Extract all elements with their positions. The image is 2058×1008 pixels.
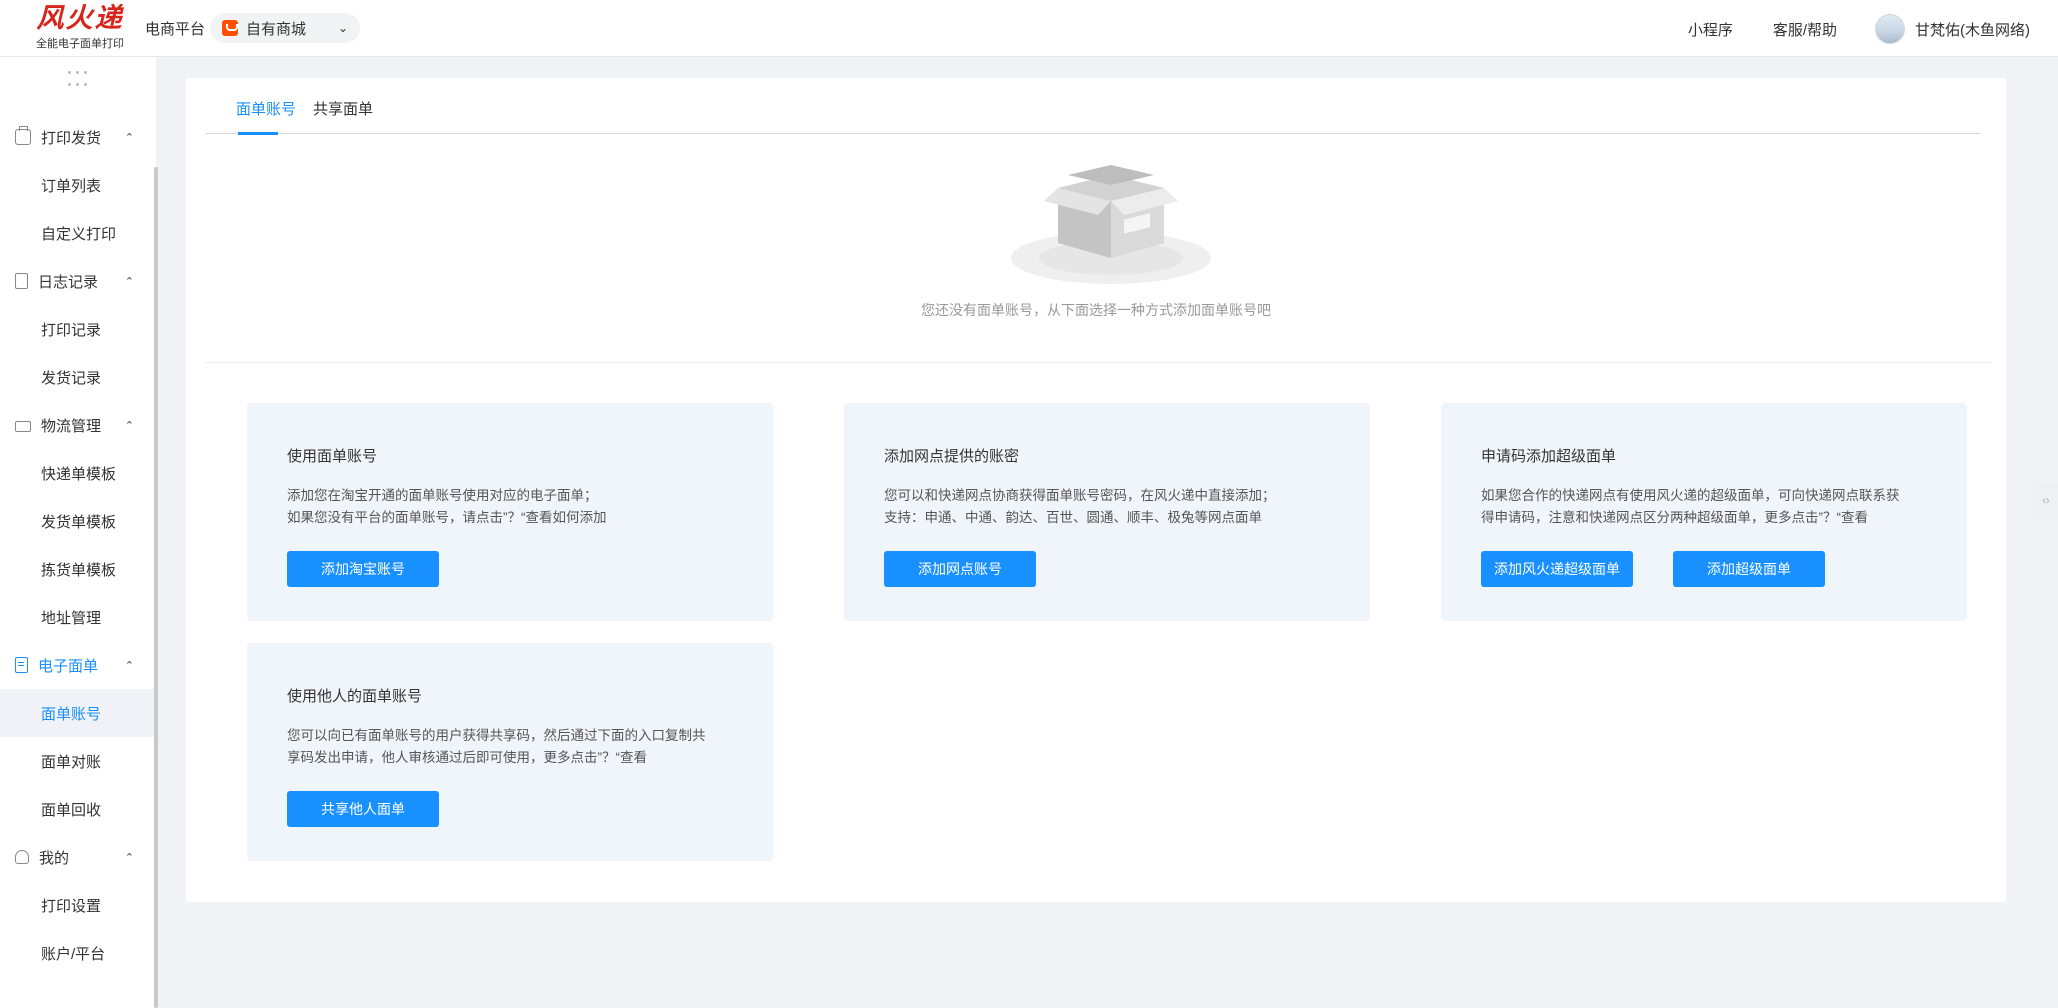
menu-group-logistics[interactable]: 物流管理 ⌃	[0, 401, 154, 449]
sidebar-scrollbar[interactable]	[154, 167, 158, 1008]
platform-value: 自有商城	[246, 20, 307, 38]
option-desc-line: 您可以和快递网点协商获得面单账号密码，在风火递中直接添加；	[884, 488, 1276, 503]
option-desc: 您可以向已有面单账号的用户获得共享码，然后通过下面的入口复制共 享码发出申请，他…	[287, 725, 733, 775]
header-right: 小程序 客服/帮助 甘梵佑(木鱼网络)	[1648, 14, 2030, 44]
tab-waybill-account[interactable]: 面单账号	[236, 98, 296, 119]
bill-icon	[15, 657, 28, 673]
option-title: 使用面单账号	[287, 448, 378, 465]
sidebar-item-address[interactable]: 地址管理	[0, 593, 154, 641]
grid-icon[interactable]	[68, 71, 88, 91]
sidebar-item-print-settings[interactable]: 打印设置	[0, 881, 154, 929]
option-desc-line: 得申请码，注意和快递网点区分两种超级面单，更多点击”？“查看	[1481, 510, 1868, 525]
menu-group-label: 打印发货	[41, 129, 102, 147]
platform-select[interactable]: 自有商城 ⌄	[210, 13, 360, 43]
option-card-super-waybill: 申请码添加超级面单 如果您合作的快递网点有使用风火递的超级面单，可向快递网点联系…	[1441, 403, 1967, 621]
menu-group-label: 物流管理	[41, 417, 102, 435]
sidebar-item-ship-log[interactable]: 发货记录	[0, 353, 154, 401]
sidebar-item-account-platform[interactable]: 账户/平台	[0, 929, 154, 977]
add-super-waybill-button[interactable]: 添加超级面单	[1673, 551, 1825, 587]
option-title: 使用他人的面单账号	[287, 688, 423, 705]
expand-panel-icon[interactable]: ‹›	[2034, 483, 2058, 519]
sidebar-menu: 打印发货 ⌃ 订单列表 自定义打印 日志记录 ⌃ 打印记录 发货记录 物流管理 …	[0, 113, 154, 977]
option-desc: 添加您在淘宝开通的面单账号使用对应的电子面单； 如果您没有平台的面单账号，请点击…	[287, 485, 733, 535]
username[interactable]: 甘梵佑(木鱼网络)	[1915, 19, 2030, 40]
option-desc-line: 您可以向已有面单账号的用户获得共享码，然后通过下面的入口复制共	[287, 728, 706, 743]
logo[interactable]: 风火递 全能电子面单打印	[30, 4, 130, 52]
mini-program-link[interactable]: 小程序	[1688, 19, 1733, 40]
sidebar-item-picking-template[interactable]: 拣货单模板	[0, 545, 154, 593]
sidebar-item-invoice-template[interactable]: 发货单模板	[0, 497, 154, 545]
empty-hint: 您还没有面单账号，从下面选择一种方式添加面单账号吧	[921, 302, 1271, 318]
sidebar-item-waybill-template[interactable]: 快递单模板	[0, 449, 154, 497]
sidebar: 打印发货 ⌃ 订单列表 自定义打印 日志记录 ⌃ 打印记录 发货记录 物流管理 …	[0, 57, 158, 1008]
option-desc-line: 享码发出申请，他人审核通过后即可使用，更多点击”？“查看	[287, 750, 647, 765]
chevron-up-icon: ⌃	[124, 659, 134, 672]
logo-subtitle: 全能电子面单打印	[36, 38, 124, 50]
chevron-down-icon: ⌄	[337, 21, 348, 35]
add-fhd-super-waybill-button[interactable]: 添加风火递超级面单	[1481, 551, 1633, 587]
truck-icon	[15, 420, 31, 432]
main-card: 面单账号 共享面单 您还没有面单账号，从下面选择一种方式添加面单账号吧 使用面单…	[186, 78, 2006, 902]
chevron-up-icon: ⌃	[124, 275, 134, 288]
shop-icon	[222, 20, 238, 36]
printer-icon	[15, 126, 31, 145]
add-outlet-account-button[interactable]: 添加网点账号	[884, 551, 1036, 587]
option-card-outlet: 添加网点提供的账密 您可以和快递网点协商获得面单账号密码，在风火递中直接添加； …	[844, 403, 1370, 621]
user-icon	[15, 850, 29, 864]
menu-group-label: 日志记录	[38, 273, 99, 291]
platform-label: 电商平台	[145, 21, 206, 38]
option-title: 添加网点提供的账密	[884, 448, 1020, 465]
option-card-taobao: 使用面单账号 添加您在淘宝开通的面单账号使用对应的电子面单； 如果您没有平台的面…	[247, 403, 773, 621]
menu-group-label: 我的	[39, 849, 70, 867]
share-others-waybill-button[interactable]: 共享他人面单	[287, 791, 439, 827]
sidebar-item-custom-print[interactable]: 自定义打印	[0, 209, 154, 257]
option-desc: 如果您合作的快递网点有使用风火递的超级面单，可向快递网点联系获 得申请码，注意和…	[1481, 485, 1927, 535]
option-desc-line: 如果您合作的快递网点有使用风火递的超级面单，可向快递网点联系获	[1481, 488, 1900, 503]
sidebar-item-waybill-recycle[interactable]: 面单回收	[0, 785, 154, 833]
tab-ink-bar	[238, 132, 278, 135]
chevron-up-icon: ⌃	[124, 419, 134, 432]
option-desc-line: 如果您没有平台的面单账号，请点击”？“查看如何添加	[287, 510, 607, 525]
menu-group-logs[interactable]: 日志记录 ⌃	[0, 257, 154, 305]
sidebar-item-print-log[interactable]: 打印记录	[0, 305, 154, 353]
chevron-up-icon: ⌃	[124, 851, 134, 864]
menu-group-e-waybill[interactable]: 电子面单 ⌃	[0, 641, 154, 689]
option-desc-line: 支持：申通、中通、韵达、百世、圆通、顺丰、极兔等网点面单	[884, 510, 1262, 525]
option-card-shared: 使用他人的面单账号 您可以向已有面单账号的用户获得共享码，然后通过下面的入口复制…	[247, 643, 773, 861]
options-section: 使用面单账号 添加您在淘宝开通的面单账号使用对应的电子面单； 如果您没有平台的面…	[204, 362, 1992, 892]
menu-group-print-ship[interactable]: 打印发货 ⌃	[0, 113, 154, 161]
help-link[interactable]: 客服/帮助	[1773, 19, 1837, 40]
tab-bar: 面单账号 共享面单	[206, 78, 1981, 135]
chevron-up-icon: ⌃	[124, 131, 134, 144]
menu-group-label: 电子面单	[38, 657, 99, 675]
empty-box-icon	[1011, 165, 1211, 284]
sidebar-item-waybill-reconcile[interactable]: 面单对账	[0, 737, 154, 785]
top-header: 风火递 全能电子面单打印 电商平台 自有商城 ⌄ 小程序 客服/帮助 甘梵佑(木…	[0, 0, 2058, 57]
add-taobao-account-button[interactable]: 添加淘宝账号	[287, 551, 439, 587]
tab-shared-waybill[interactable]: 共享面单	[313, 98, 373, 119]
option-desc-line: 添加您在淘宝开通的面单账号使用对应的电子面单；	[287, 488, 598, 503]
option-title: 申请码添加超级面单	[1481, 448, 1617, 465]
avatar[interactable]	[1875, 14, 1905, 44]
sidebar-item-order-list[interactable]: 订单列表	[0, 161, 154, 209]
document-icon	[15, 273, 28, 289]
option-desc: 您可以和快递网点协商获得面单账号密码，在风火递中直接添加； 支持：申通、中通、韵…	[884, 485, 1330, 535]
sidebar-item-waybill-account[interactable]: 面单账号	[0, 689, 154, 737]
logo-title: 风火递	[36, 3, 124, 34]
menu-group-mine[interactable]: 我的 ⌃	[0, 833, 154, 881]
